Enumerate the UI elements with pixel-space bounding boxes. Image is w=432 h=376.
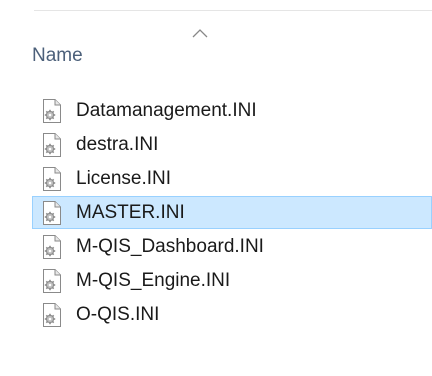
ini-config-file-icon — [43, 200, 61, 225]
file-row[interactable]: MASTER.INI — [32, 196, 432, 229]
header-divider — [34, 10, 432, 11]
file-explorer-pane: Name Datamanagement.INI destra.INI Licen… — [0, 0, 432, 376]
file-row[interactable]: destra.INI — [32, 128, 432, 161]
ini-config-file-icon — [43, 234, 61, 259]
file-row[interactable]: M-QIS_Engine.INI — [32, 264, 432, 297]
file-list: Datamanagement.INI destra.INI License.IN… — [32, 94, 432, 332]
name-column-label: Name — [32, 45, 83, 66]
file-row[interactable]: O-QIS.INI — [32, 298, 432, 331]
file-row[interactable]: M-QIS_Dashboard.INI — [32, 230, 432, 263]
file-name: destra.INI — [76, 133, 159, 155]
file-name: M-QIS_Engine.INI — [76, 269, 231, 291]
ini-config-file-icon — [43, 98, 61, 123]
ini-config-file-icon — [43, 268, 61, 293]
ini-config-file-icon — [43, 166, 61, 191]
file-name: License.INI — [76, 167, 172, 189]
file-row[interactable]: License.INI — [32, 162, 432, 195]
file-name: O-QIS.INI — [76, 303, 160, 325]
ini-config-file-icon — [43, 132, 61, 157]
file-row[interactable]: Datamanagement.INI — [32, 94, 432, 127]
name-column-header[interactable]: Name — [32, 38, 432, 74]
file-name: MASTER.INI — [76, 201, 185, 223]
ini-config-file-icon — [43, 302, 61, 327]
file-name: Datamanagement.INI — [76, 99, 257, 121]
file-name: M-QIS_Dashboard.INI — [76, 235, 264, 257]
